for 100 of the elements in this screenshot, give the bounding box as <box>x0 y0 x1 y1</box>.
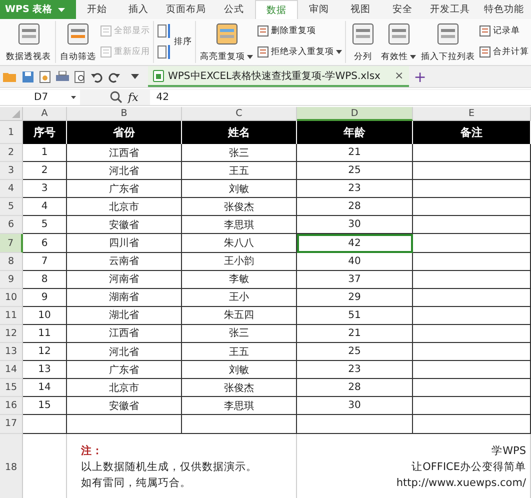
menu-tab[interactable]: 插入 <box>118 0 160 19</box>
table-cell: 北京市 <box>67 379 182 398</box>
row-header[interactable]: 14 <box>0 361 23 380</box>
table-cell: 王小韵 <box>182 252 297 271</box>
ribbon-button[interactable]: 拒绝录入重复项 <box>257 42 342 62</box>
document-icon[interactable] <box>39 70 51 82</box>
ribbon-button[interactable]: 有效性 <box>380 21 417 63</box>
table-cell: 王小 <box>182 288 297 307</box>
column-header[interactable]: C <box>182 107 297 121</box>
close-button[interactable]: × <box>394 69 404 82</box>
table-cell: 河南省 <box>67 270 182 289</box>
table-cell: 刘敏 <box>182 180 297 198</box>
table-cell: 张三 <box>182 324 297 344</box>
menu-tab[interactable]: 开始 <box>76 0 118 19</box>
column-header[interactable]: B <box>67 107 182 121</box>
row-header[interactable]: 4 <box>0 180 23 198</box>
row-header[interactable]: 16 <box>0 397 23 416</box>
menu-tab[interactable]: 开发工具 <box>423 0 478 19</box>
table-cell: 王五 <box>182 343 297 362</box>
table-cell: 3 <box>23 180 67 198</box>
menu-tab[interactable]: 公式 <box>213 0 255 19</box>
ribbon-button[interactable]: 数据透视表 <box>5 21 52 63</box>
ribbon-icon <box>257 25 269 37</box>
ribbon-icon <box>479 25 491 37</box>
menu-tab[interactable]: 数据 <box>254 0 298 19</box>
table-cell: 21 <box>297 324 413 344</box>
formula-field[interactable]: 42 <box>150 90 531 104</box>
ribbon-button[interactable]: 合并计算 <box>479 42 529 62</box>
table-cell: 四川省 <box>67 234 182 253</box>
file-tab[interactable]: WPS中EXCEL表格快速查找重复项-学WPS.xlsx × <box>148 66 409 87</box>
menu-tab[interactable]: 审阅 <box>298 0 340 19</box>
printer-icon[interactable] <box>56 70 69 82</box>
table-cell: 江西省 <box>67 144 182 162</box>
row-header[interactable]: 2 <box>0 144 23 162</box>
ribbon-icon <box>100 46 112 58</box>
menu-tab[interactable]: 特色功能 <box>477 0 531 19</box>
table-cell: 张俊杰 <box>182 379 297 398</box>
ribbon-button[interactable]: 插入下拉列表 <box>420 21 476 63</box>
note-text: 注： 以上数据随机生成，仅供数据演示。 如有雷同，纯属巧合。 <box>81 444 257 491</box>
row-header[interactable]: 5 <box>0 198 23 216</box>
row-header[interactable]: 18 <box>0 434 23 498</box>
menu-tab[interactable]: 安全 <box>381 0 424 19</box>
column-header[interactable]: A <box>23 107 67 121</box>
table-header-cell: 序号 <box>23 121 67 144</box>
table-cell: 广东省 <box>67 180 182 198</box>
table-cell: 11 <box>23 324 67 344</box>
table-cell: 北京市 <box>67 198 182 216</box>
function-button[interactable]: fx <box>128 90 138 104</box>
table-cell: 23 <box>297 180 413 198</box>
table-cell: 张三 <box>182 144 297 162</box>
table-cell: 40 <box>297 252 413 271</box>
row-header[interactable]: 17 <box>0 415 23 434</box>
zoom-icon[interactable] <box>110 91 122 103</box>
row-header[interactable]: 7 <box>0 234 23 253</box>
row-header[interactable]: 13 <box>0 343 23 362</box>
column-header[interactable]: D <box>297 107 413 121</box>
column-header[interactable]: E <box>413 107 531 121</box>
row-header[interactable]: 11 <box>0 306 23 325</box>
table-cell: 28 <box>297 379 413 398</box>
row-header[interactable]: 3 <box>0 162 23 180</box>
table-cell: 23 <box>297 361 413 380</box>
ribbon-button[interactable]: 记录单 <box>479 21 529 41</box>
row-header[interactable]: 1 <box>0 121 23 144</box>
preview-icon[interactable] <box>74 70 86 82</box>
menu-tab[interactable]: 页面布局 <box>159 0 214 19</box>
row-header[interactable]: 12 <box>0 324 23 344</box>
menu-tab[interactable]: 视图 <box>340 0 382 19</box>
table-cell: 张俊杰 <box>182 198 297 216</box>
new-tab-button[interactable]: + <box>414 68 426 86</box>
table-cell: 安徽省 <box>67 397 182 416</box>
name-box[interactable]: D7 <box>0 90 80 104</box>
caret-icon <box>247 55 253 59</box>
row-header[interactable]: 10 <box>0 288 23 307</box>
table-header-cell: 年龄 <box>297 121 413 144</box>
undo-icon[interactable] <box>91 70 103 82</box>
ribbon-button[interactable]: 删除重复项 <box>257 21 342 41</box>
ribbon-button[interactable]: 自动筛选 <box>59 21 97 63</box>
sort-button[interactable]: 排序 <box>157 21 192 63</box>
redo-icon[interactable] <box>108 70 120 82</box>
table-header-cell: 备注 <box>413 121 531 144</box>
row-header[interactable]: 9 <box>0 270 23 289</box>
ribbon-button[interactable]: 高亮重复项 <box>199 21 254 63</box>
caret-icon[interactable] <box>131 74 139 79</box>
caret-icon <box>336 50 342 54</box>
table-cell: 37 <box>297 270 413 289</box>
row-header[interactable]: 15 <box>0 379 23 398</box>
table-header-cell: 姓名 <box>182 121 297 144</box>
table-cell: 广东省 <box>67 361 182 380</box>
table-cell: 6 <box>23 234 67 253</box>
save-icon[interactable] <box>22 70 34 82</box>
table-cell: 江西省 <box>67 324 182 344</box>
credit-text: 学WPS 让OFFICE办公变得简单 http://www.xuewps.com/ <box>396 444 526 491</box>
row-header[interactable]: 8 <box>0 252 23 271</box>
ribbon-icon <box>100 25 112 37</box>
row-header[interactable]: 6 <box>0 216 23 234</box>
table-cell: 2 <box>23 162 67 180</box>
table-cell: 51 <box>297 306 413 325</box>
ribbon-button[interactable]: 分列 <box>349 21 377 63</box>
sort-icon <box>157 22 171 62</box>
app-menu-button[interactable]: WPS 表格 <box>0 0 76 19</box>
